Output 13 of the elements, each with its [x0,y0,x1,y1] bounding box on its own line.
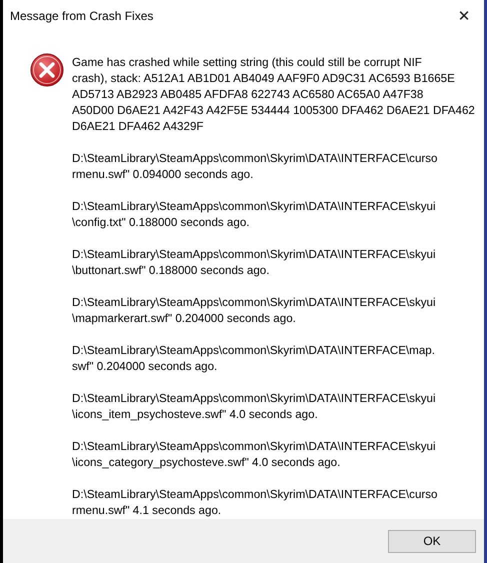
message-text: Game has crashed while setting string (this could still be corrupt NIF crash), stack: A512A1 AB1D01 AB4049 AAF9F0 AD9C31 AC6593 B1665E AD5713 AB2923 AB0485 AFDFA8 622743 AC6580 AC65A0 A47F38 A50D00 D6AE21 A42F43 A42F5E 534444 1005300 DFA462 D6AE21 DFA462 D6AE21 DFA462 A4329F [72,55,475,135]
message-text: D:\SteamLibrary\SteamApps\common\Skyrim\DATA\INTERFACE\skyui \config.txt" 0.188000 seconds ago. [72,199,437,231]
message-text: D:\SteamLibrary\SteamApps\common\Skyrim\DATA\INTERFACE\curso rmenu.swf" 0.094000 seconds ago. [72,151,439,183]
ok-button[interactable]: OK [388,530,476,552]
message-text: D:\SteamLibrary\SteamApps\common\Skyrim\DATA\INTERFACE\skyui \icons_category_psychosteve.swf" 4.0 seconds ago. [72,439,437,471]
error-icon [30,53,64,87]
close-button[interactable]: ✕ [444,0,484,32]
message-text: D:\SteamLibrary\SteamApps\common\Skyrim\DATA\INTERFACE\skyui \mapmarkerart.swf" 0.204000 seconds ago. [72,295,437,327]
message-text: D:\SteamLibrary\SteamApps\common\Skyrim\DATA\INTERFACE\skyui \buttonart.swf" 0.188000 seconds ago. [72,247,437,279]
message-text: D:\SteamLibrary\SteamApps\common\Skyrim\DATA\INTERFACE\curso rmenu.swf" 4.1 seconds ago. [72,487,439,519]
message-text: D:\SteamLibrary\SteamApps\common\Skyrim\DATA\INTERFACE\map. swf" 0.204000 seconds ago. [72,343,436,375]
message-text: D:\SteamLibrary\SteamApps\common\Skyrim\DATA\INTERFACE\skyui \icons_item_psychosteve.swf" 4.0 seconds ago. [72,391,437,423]
window-title: Message from Crash Fixes [10,9,154,23]
